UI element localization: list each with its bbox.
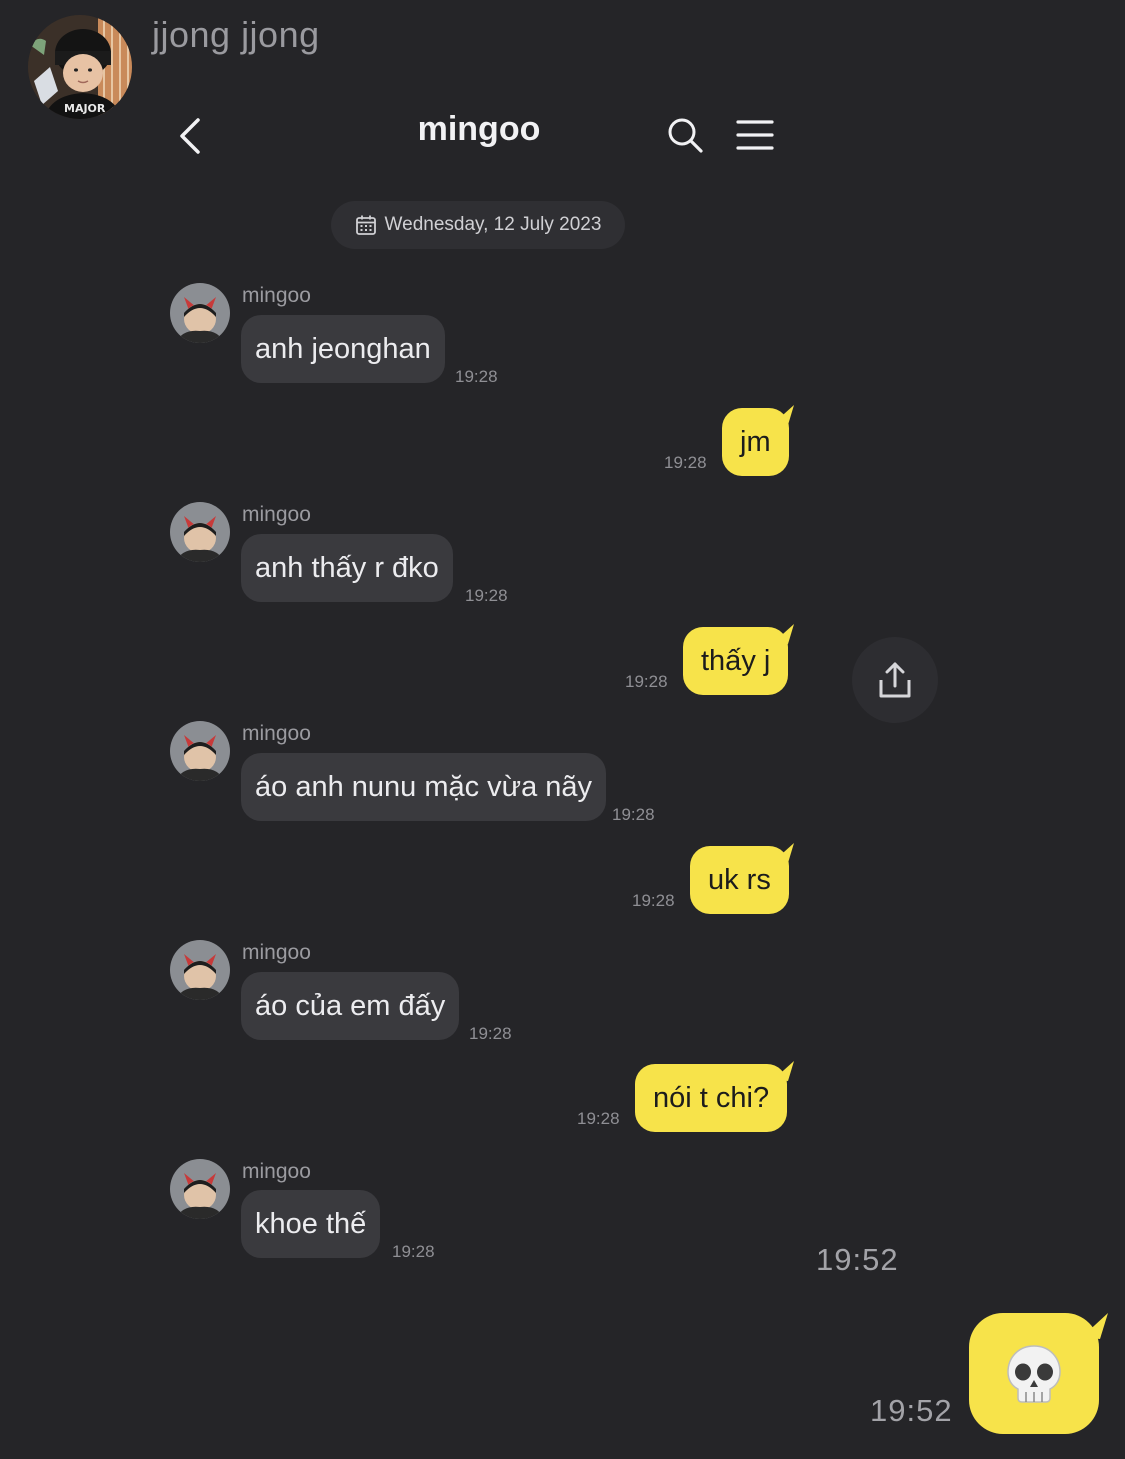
- devil-horns-avatar-icon: [170, 940, 230, 1000]
- back-button[interactable]: [170, 112, 214, 160]
- message-sender-name: mingoo: [242, 284, 311, 307]
- message-bubble-incoming[interactable]: anh thấy r đko: [241, 534, 453, 602]
- outer-message-time: 19:52: [816, 1242, 899, 1277]
- search-button[interactable]: [664, 114, 706, 156]
- contact-avatar[interactable]: [170, 940, 230, 1000]
- bubble-tail-icon: [1082, 1313, 1108, 1339]
- message-sender-name: mingoo: [242, 722, 311, 745]
- contact-avatar[interactable]: [170, 502, 230, 562]
- message-bubble-incoming[interactable]: áo của em đấy: [241, 972, 460, 1040]
- message-sender-name: mingoo: [242, 503, 311, 526]
- bubble-tail-icon: [774, 624, 794, 644]
- share-button[interactable]: [852, 637, 938, 723]
- devil-horns-avatar-icon: [170, 283, 230, 343]
- outer-sender-avatar[interactable]: MAJOR: [28, 15, 132, 119]
- message-time: 19:28: [455, 367, 498, 386]
- skull-reply-bubble[interactable]: [969, 1313, 1099, 1434]
- devil-horns-avatar-icon: [170, 1159, 230, 1219]
- hamburger-menu-icon: [736, 120, 774, 150]
- date-separator: Wednesday, 12 July 2023: [331, 201, 625, 249]
- message-time: 19:28: [465, 586, 508, 605]
- message-bubble-incoming[interactable]: khoe thế: [241, 1190, 381, 1258]
- message-time: 19:28: [664, 453, 707, 472]
- outer-avatar-photo: MAJOR: [28, 15, 132, 119]
- calendar-icon: [355, 215, 376, 235]
- message-bubble-outgoing[interactable]: thấy j: [683, 627, 789, 695]
- message-time: 19:28: [577, 1109, 620, 1128]
- skull-icon: [1007, 1344, 1061, 1403]
- contact-avatar[interactable]: [170, 283, 230, 343]
- chevron-left-icon: [180, 118, 200, 154]
- avatar-shirt-text: MAJOR: [64, 102, 106, 115]
- bubble-tail-icon: [774, 843, 794, 863]
- contact-avatar[interactable]: [170, 1159, 230, 1219]
- menu-button[interactable]: [734, 114, 776, 156]
- bubble-tail-icon: [774, 405, 794, 425]
- message-time: 19:28: [632, 891, 675, 910]
- search-icon: [668, 118, 703, 153]
- message-bubble-incoming[interactable]: áo anh nunu mặc vừa nãy: [241, 753, 607, 821]
- message-sender-name: mingoo: [242, 1160, 311, 1183]
- message-time: 19:28: [469, 1024, 512, 1043]
- message-time: 19:28: [625, 672, 668, 691]
- message-bubble-incoming[interactable]: anh jeonghan: [241, 315, 445, 383]
- devil-horns-avatar-icon: [170, 502, 230, 562]
- bubble-tail-icon: [774, 1061, 794, 1081]
- message-sender-name: mingoo: [242, 941, 311, 964]
- share-icon: [879, 662, 911, 698]
- outer-sender-name: jjong jjong: [152, 14, 320, 55]
- chat-title: mingoo: [417, 110, 541, 148]
- message-bubble-outgoing[interactable]: nói t chi?: [635, 1064, 788, 1132]
- message-time: 19:28: [392, 1242, 435, 1261]
- date-label: Wednesday, 12 July 2023: [384, 214, 602, 235]
- devil-horns-avatar-icon: [170, 721, 230, 781]
- outer-message-time: 19:52: [870, 1393, 953, 1428]
- contact-avatar[interactable]: [170, 721, 230, 781]
- message-time: 19:28: [612, 805, 655, 824]
